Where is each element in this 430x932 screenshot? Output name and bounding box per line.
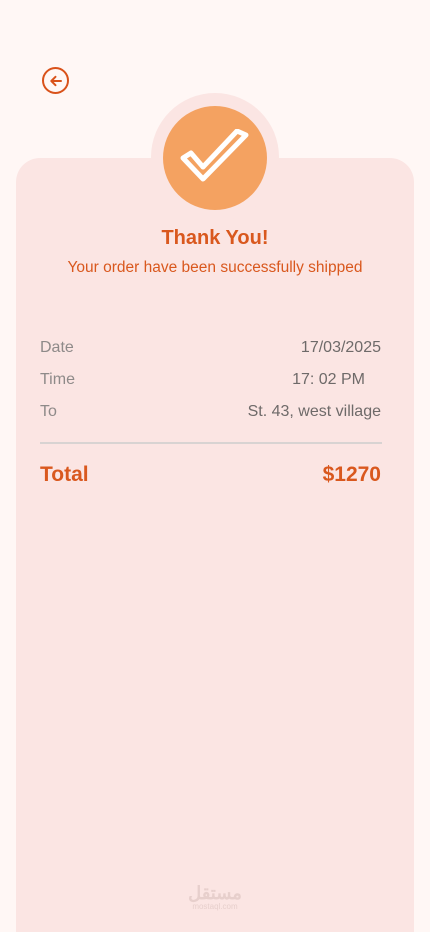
detail-value: 17: 02 PM <box>292 371 365 388</box>
detail-label: Date <box>40 339 74 356</box>
watermark: مستقل mostaql.com <box>165 884 265 911</box>
thank-you-title: Thank You! <box>161 227 269 249</box>
checkmark-icon <box>180 129 249 182</box>
watermark-main: مستقل <box>188 883 242 903</box>
detail-row-time: Time 17: 02 PM <box>40 371 381 389</box>
divider <box>40 442 382 444</box>
watermark-sub: mostaql.com <box>192 902 238 911</box>
total-value: $1270 <box>322 463 381 486</box>
detail-row-to: To St. 43, west village <box>40 403 381 421</box>
total-row: Total $1270 <box>40 463 381 487</box>
arrow-left-icon <box>49 75 62 86</box>
order-confirmation-screen: Thank You! Your order have been successf… <box>0 0 430 932</box>
detail-value: 17/03/2025 <box>300 339 381 356</box>
detail-value: St. 43, west village <box>247 403 381 420</box>
detail-label: To <box>40 403 57 420</box>
detail-row-date: Date 17/03/2025 <box>40 339 381 357</box>
success-badge <box>163 106 267 210</box>
back-button[interactable] <box>42 67 69 94</box>
total-label: Total <box>40 463 89 486</box>
detail-label: Time <box>40 371 75 388</box>
success-message: Your order have been successfully shippe… <box>67 259 363 276</box>
